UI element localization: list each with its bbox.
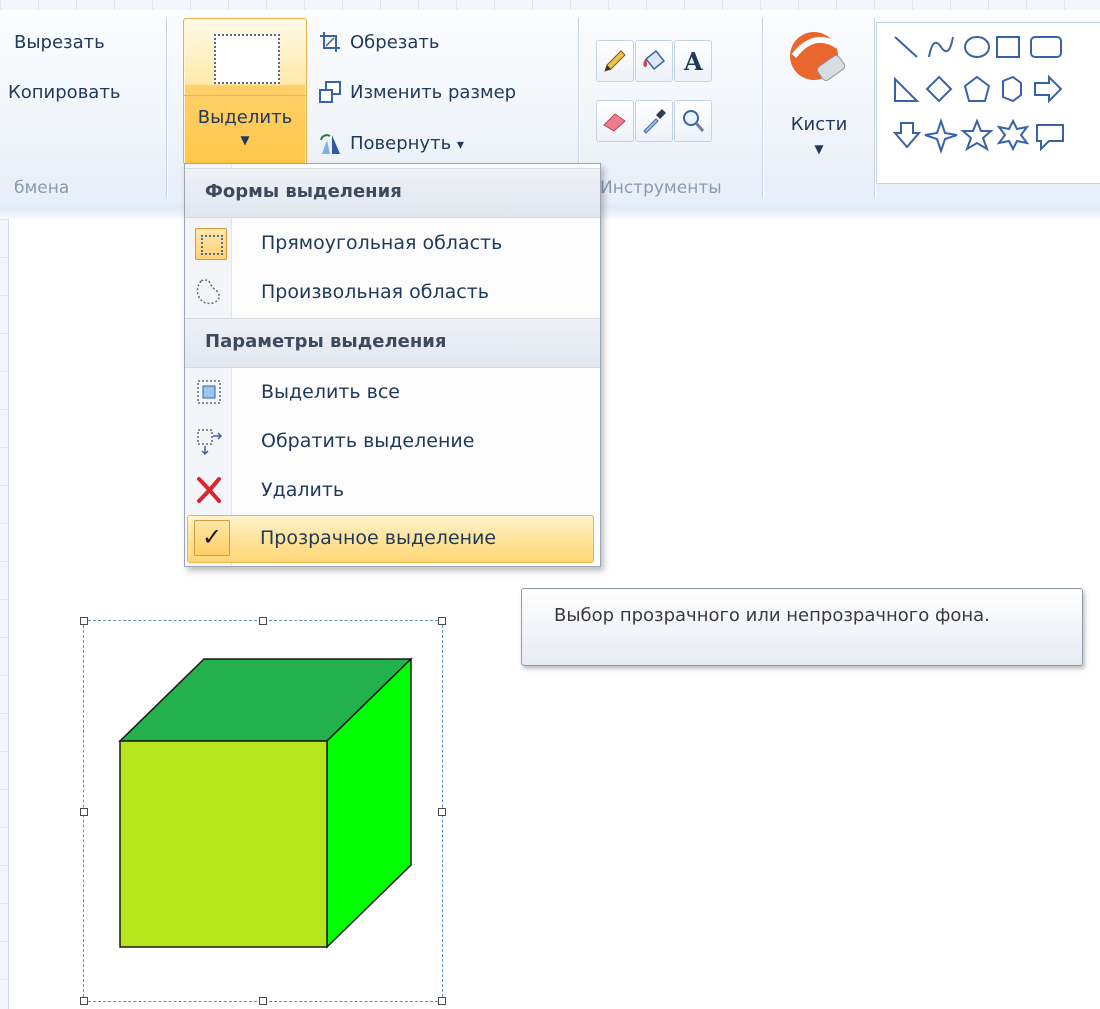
cut-button[interactable]: Вырезать (14, 32, 105, 53)
resize-handle[interactable] (80, 617, 88, 625)
menu-item-label: Обратить выделение (261, 430, 475, 452)
rotate-icon (320, 134, 340, 154)
group-divider (166, 18, 167, 198)
rectangle-select-icon (195, 228, 227, 260)
resize-icon (319, 81, 341, 103)
select-dropdown-menu: Формы выделения Прямоугольная область Пр… (184, 163, 601, 567)
resize-handle[interactable] (438, 808, 446, 816)
menu-item-transparent-selection[interactable]: ✓ Прозрачное выделение (187, 515, 594, 563)
resize-handle[interactable] (259, 617, 267, 625)
check-icon: ✓ (194, 520, 230, 556)
cube-drawing (118, 657, 413, 949)
menu-section-header: Формы выделения (185, 168, 600, 218)
select-all-icon (197, 380, 221, 404)
tooltip: Выбор прозрачного или непрозрачного фона… (521, 588, 1083, 666)
group-divider (762, 18, 763, 198)
magnifier-tool[interactable] (674, 100, 712, 142)
eraser-icon (603, 113, 626, 132)
select-button[interactable]: Выделить ▼ (183, 18, 307, 165)
resize-handle[interactable] (259, 997, 267, 1005)
clipboard-group-title: бмена (14, 178, 70, 198)
brushes-label: Кисти (790, 114, 848, 135)
menu-item-label: Прямоугольная область (261, 232, 503, 254)
pencil-icon (604, 50, 626, 72)
paint-bucket-icon (643, 49, 666, 71)
chevron-down-icon: ▼ (814, 142, 824, 156)
shapes-icon (892, 36, 1064, 155)
magnifier-icon (683, 110, 705, 132)
menu-item-delete[interactable]: Удалить (187, 467, 596, 513)
menu-item-label: Прозрачное выделение (260, 527, 497, 549)
tools-group-title: Инструменты (600, 178, 722, 198)
rotate-button[interactable]: Повернуть ▾ (350, 133, 464, 154)
select-button-split (184, 95, 306, 96)
copy-button[interactable]: Копировать (8, 82, 120, 103)
resize-handle[interactable] (80, 808, 88, 816)
freeform-select-icon (196, 279, 220, 305)
resize-button[interactable]: Изменить размер (350, 82, 516, 103)
pencil-tool[interactable] (596, 40, 634, 82)
crop-button[interactable]: Обрезать (350, 32, 439, 53)
rotate-label: Повернуть (350, 133, 452, 154)
text-icon: A (683, 47, 703, 75)
text-tool[interactable]: A (674, 40, 712, 82)
menu-item-freeform-selection[interactable]: Произвольная область (187, 269, 596, 315)
menu-item-rectangular-selection[interactable]: Прямоугольная область (187, 220, 596, 266)
selection-options-header: Параметры выделения (205, 331, 447, 352)
invert-selection-icon (197, 429, 223, 456)
fill-tool[interactable] (635, 40, 673, 82)
rotate-arrow-icon: ▾ (456, 137, 464, 153)
brush-icon (790, 32, 846, 81)
menu-section-header: Параметры выделения (185, 318, 600, 368)
chevron-down-icon[interactable]: ▼ (184, 133, 306, 147)
svg-text:A: A (683, 47, 703, 75)
resize-handle[interactable] (438, 617, 446, 625)
resize-handle[interactable] (438, 997, 446, 1005)
left-ruler (0, 219, 9, 1009)
tooltip-text: Выбор прозрачного или непрозрачного фона… (554, 605, 990, 626)
menu-item-label: Выделить все (261, 381, 400, 403)
cube-front-face (119, 740, 328, 948)
menu-item-label: Произвольная область (261, 281, 489, 303)
selection-shapes-header: Формы выделения (205, 181, 402, 202)
eraser-tool[interactable] (596, 100, 634, 142)
check-glyph: ✓ (201, 523, 223, 551)
group-divider (874, 18, 875, 198)
delete-icon (197, 477, 221, 503)
eyedropper-icon (643, 109, 666, 134)
menu-item-label: Удалить (261, 479, 345, 501)
color-picker-tool[interactable] (635, 100, 673, 142)
brushes-button[interactable]: Кисти ▼ (778, 18, 860, 178)
select-marquee-icon (214, 34, 280, 84)
menu-item-invert-selection[interactable]: Обратить выделение (187, 418, 596, 464)
shapes-gallery[interactable] (876, 22, 1100, 184)
resize-handle[interactable] (80, 997, 88, 1005)
select-button-label: Выделить (197, 107, 293, 128)
crop-icon (320, 32, 340, 52)
menu-item-select-all[interactable]: Выделить все (187, 369, 596, 415)
